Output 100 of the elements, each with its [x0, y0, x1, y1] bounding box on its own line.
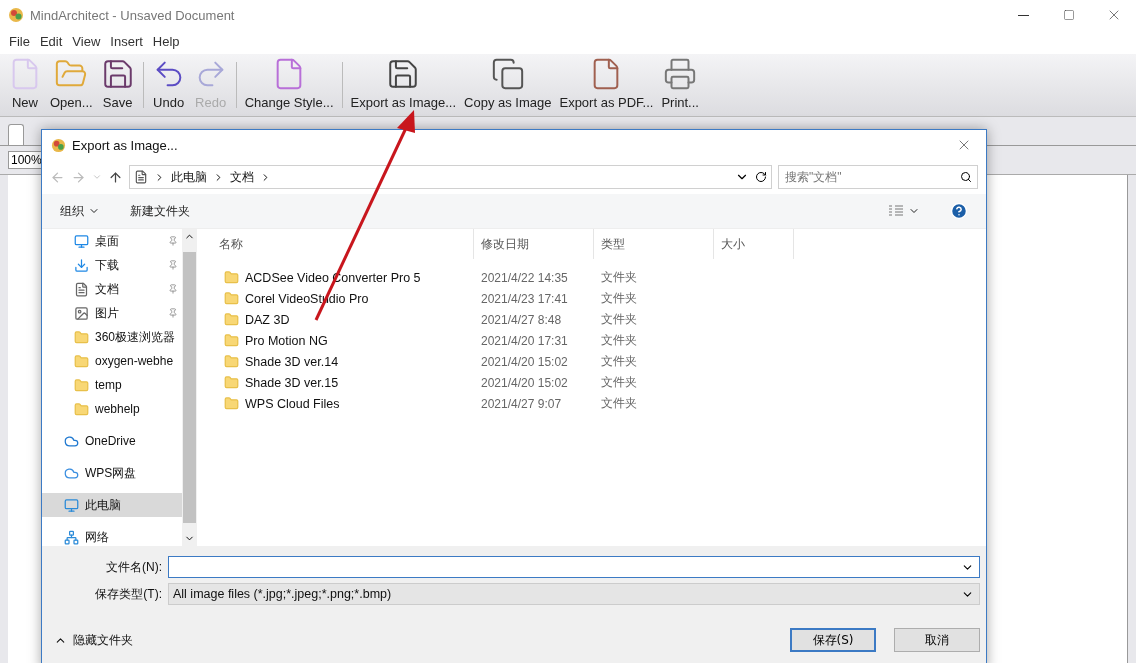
file-name-cell[interactable]: Pro Motion NG	[212, 333, 474, 348]
download-icon	[74, 257, 89, 273]
scrollbar[interactable]	[182, 229, 197, 546]
folder-icon	[224, 375, 239, 390]
dialog-button[interactable]: 取消	[894, 628, 980, 652]
window-title: MindArchitect - Unsaved Document	[30, 7, 235, 23]
folder-icon	[74, 377, 89, 393]
nav-item[interactable]: 图片	[42, 301, 182, 325]
type-cell-text: 文件夹	[600, 332, 638, 349]
details-view-icon	[888, 205, 904, 217]
app-logo-icon	[8, 7, 24, 23]
menu-item[interactable]: File	[4, 33, 35, 49]
column-header[interactable]: 修改日期	[474, 229, 594, 259]
type-cell-text: 文件夹	[600, 374, 638, 391]
monitor-icon	[74, 233, 89, 249]
field-label: 文件名(N):	[105, 558, 162, 576]
pin-icon	[168, 284, 178, 294]
nav-item[interactable]: temp	[42, 373, 182, 397]
dialog-title: Export as Image...	[72, 137, 178, 153]
nav-item[interactable]: 此电脑	[42, 493, 182, 517]
file-name-field[interactable]	[168, 556, 980, 578]
type-cell-text: 文件夹	[600, 290, 638, 307]
address-field[interactable]: 此电脑 文档	[129, 165, 772, 189]
pin-icon	[168, 236, 178, 246]
column-header[interactable]: 名称	[212, 229, 474, 259]
toolbar-button[interactable]: Copy as Image	[460, 54, 556, 116]
folder-icon	[74, 353, 89, 369]
folder-icon	[224, 312, 239, 327]
breadcrumb-item[interactable]: 此电脑	[171, 168, 207, 186]
back-icon[interactable]	[50, 169, 65, 185]
forward-icon[interactable]	[71, 169, 86, 185]
date-cell-text: 2021/4/20 15:02	[480, 375, 569, 390]
cloud-icon	[64, 465, 79, 481]
folder-icon	[74, 401, 89, 417]
search-icon	[960, 171, 972, 183]
file-type-dropdown[interactable]: All image files (*.jpg;*.jpeg;*.png;*.bmp)	[168, 583, 980, 605]
printer-icon	[663, 57, 698, 91]
breadcrumb-item[interactable]: 文档	[230, 168, 254, 186]
date-cell-text: 2021/4/20 15:02	[480, 354, 569, 369]
toolbar-button[interactable]: Open...	[46, 54, 97, 116]
folder-icon	[224, 291, 239, 306]
file-name-cell[interactable]: Shade 3D ver.14	[212, 354, 474, 369]
clipboard-icon	[490, 57, 525, 91]
app-logo-icon	[51, 137, 66, 153]
folder-icon	[74, 329, 89, 345]
toolbar-button[interactable]: Export as PDF...	[555, 54, 658, 116]
date-cell-text: 2021/4/22 14:35	[480, 270, 569, 285]
document-tab[interactable]	[8, 124, 24, 145]
nav-item[interactable]: OneDrive	[42, 429, 182, 453]
type-cell-text: 文件夹	[600, 395, 638, 412]
file-name-cell[interactable]: DAZ 3D	[212, 312, 474, 327]
nav-item[interactable]: 360极速浏览器	[42, 325, 182, 349]
view-options-button[interactable]	[888, 205, 920, 217]
picture-icon	[74, 305, 89, 321]
column-header[interactable]: 类型	[594, 229, 714, 259]
folder-icon	[224, 354, 239, 369]
help-icon[interactable]	[950, 202, 968, 220]
nav-item[interactable]: 桌面	[42, 229, 182, 253]
nav-item[interactable]: 网络	[42, 525, 182, 546]
new-folder-button[interactable]: 新建文件夹	[130, 202, 190, 220]
toolbar-button[interactable]: New	[4, 54, 46, 116]
folder-icon	[224, 396, 239, 411]
menu-item[interactable]: View	[67, 33, 106, 49]
caret-icon[interactable]	[92, 172, 102, 182]
folder-icon	[224, 333, 239, 348]
refresh-icon[interactable]	[755, 171, 767, 183]
toolbar-button[interactable]: Export as Image...	[346, 54, 461, 116]
pin-icon	[168, 308, 178, 318]
column-header[interactable]: 大小	[714, 229, 794, 259]
type-cell-text: 文件夹	[600, 269, 638, 286]
maximize-icon	[1062, 9, 1075, 21]
menu-item[interactable]: Edit	[34, 33, 68, 49]
nav-item[interactable]: 文档	[42, 277, 182, 301]
date-cell-text: 2021/4/23 17:41	[480, 291, 569, 306]
menu-item[interactable]: Insert	[105, 33, 148, 49]
nav-item[interactable]: 下载	[42, 253, 182, 277]
dialog-button[interactable]: 保存(S)	[790, 628, 876, 652]
folder-icon	[224, 270, 239, 285]
toolbar-button[interactable]: Save	[96, 54, 139, 116]
document-icon	[134, 170, 148, 184]
toolbar-button[interactable]: Print...	[657, 54, 703, 116]
monitor-icon	[64, 497, 79, 513]
file-name-cell[interactable]: WPS Cloud Files	[212, 396, 474, 411]
hide-folders-toggle[interactable]: 隐藏文件夹	[54, 631, 133, 649]
toolbar-button[interactable]: Change Style...	[240, 54, 338, 116]
pin-icon	[168, 260, 178, 270]
type-cell-text: 文件夹	[600, 353, 638, 370]
network-icon	[64, 529, 79, 545]
search-field[interactable]: 搜索"文档"	[778, 165, 978, 189]
menu-item[interactable]: Help	[147, 33, 185, 49]
date-cell-text: 2021/4/20 17:31	[480, 333, 569, 348]
organize-button[interactable]: 组织	[60, 202, 100, 220]
toolbar-button[interactable]: Undo	[147, 54, 190, 116]
nav-item[interactable]: webhelp	[42, 397, 182, 421]
nav-item[interactable]: WPS网盘	[42, 461, 182, 485]
file-name-cell[interactable]: Shade 3D ver.15	[212, 375, 474, 390]
nav-item[interactable]: oxygen-webhe	[42, 349, 182, 373]
minimize-icon	[1018, 14, 1029, 16]
field-label: 保存类型(T):	[94, 585, 162, 603]
type-cell-text: 文件夹	[600, 311, 638, 328]
